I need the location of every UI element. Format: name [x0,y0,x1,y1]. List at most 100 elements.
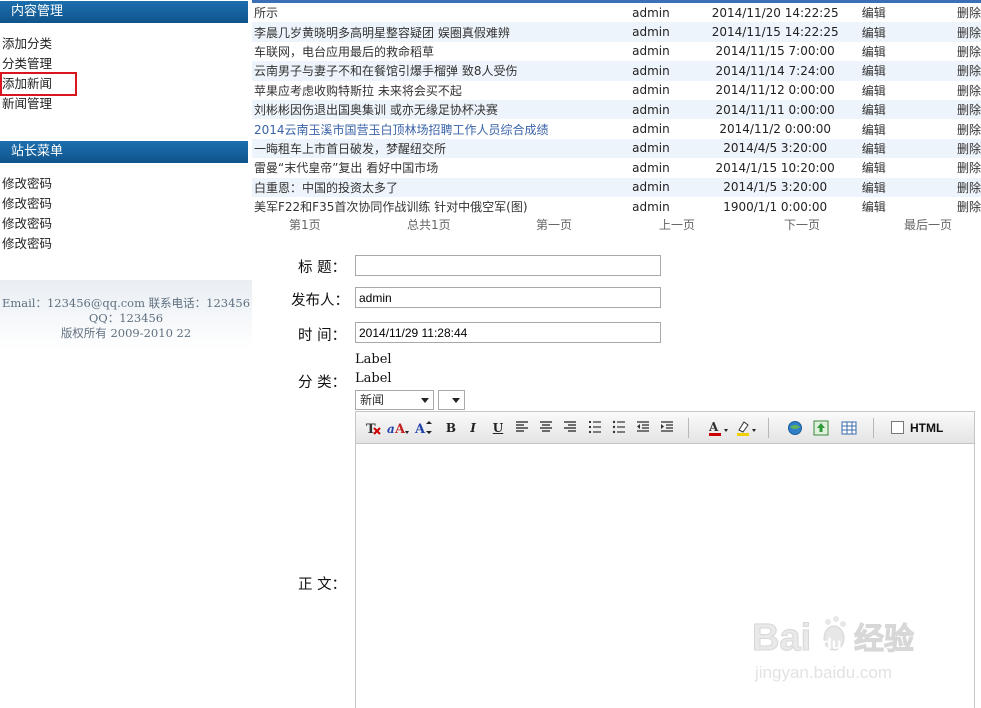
align-center-icon[interactable] [537,420,555,436]
outdent-icon[interactable] [634,420,652,436]
insert-table-icon[interactable] [840,420,858,436]
pager-last-link[interactable]: 最后一页 [904,216,952,233]
delete-link[interactable]: 删除 [919,81,981,100]
news-time: 2014/11/2 0:00:00 [719,122,831,137]
delete-link[interactable]: 删除 [919,158,981,177]
edit-link[interactable]: 编辑 [860,22,919,41]
menu-add-news[interactable]: 添加新闻 [0,72,77,96]
news-publisher: admin [632,25,670,40]
pager-first-link[interactable]: 第一页 [536,216,572,233]
italic-icon[interactable]: I [464,420,482,436]
news-publisher: admin [632,141,670,156]
news-publisher: admin [632,5,670,20]
highlight-color-icon[interactable] [736,420,758,436]
menu-news-management[interactable]: 新闻管理 [2,94,75,114]
category-label-1: Label [355,352,392,367]
html-mode-label: HTML [910,421,944,435]
edit-link[interactable]: 编辑 [860,3,919,22]
delete-link[interactable]: 删除 [919,61,981,80]
ordered-list-icon[interactable] [586,420,604,436]
news-publisher: admin [632,122,670,137]
delete-link[interactable]: 删除 [919,119,981,138]
menu-change-password[interactable]: 修改密码 [2,234,52,254]
delete-link[interactable]: 删除 [919,197,981,216]
menu-change-password[interactable]: 修改密码 [2,194,52,214]
edit-link[interactable]: 编辑 [860,158,919,177]
news-publisher: admin [632,160,670,175]
svg-text:A: A [414,422,426,436]
baidu-logo-text: Bai [752,617,811,659]
time-input[interactable] [355,322,661,343]
pager-prev-link[interactable]: 上一页 [659,216,695,233]
content-menu: 添加分类 分类管理 添加新闻 新闻管理 [0,34,77,114]
sidebar: 内容管理 添加分类 分类管理 添加新闻 新闻管理 站长菜单 修改密码 修改密码 … [0,0,252,708]
pager-current: 第1页 [289,218,321,232]
unordered-list-icon[interactable] [610,420,628,436]
news-time: 2014/11/15 14:22:25 [711,25,839,40]
chevron-down-icon [452,398,460,403]
pager: 第1页 总共1页 第一页 上一页 下一页 最后一页 [252,216,981,234]
news-title: 一晦租车上市首日破发，梦醒纽交所 [254,141,447,156]
baidu-jingyan-watermark: Bai du 经验 jingyan.baidu.com [752,612,977,692]
publisher-input[interactable] [355,287,661,308]
sidebar-footer: Email：123456@qq.com 联系电话：123456 QQ：12345… [0,280,252,350]
news-title: 白重恩：中国的投资太多了 [254,180,399,195]
delete-link[interactable]: 删除 [919,3,981,22]
news-time: 2014/1/5 3:20:00 [723,180,828,195]
news-time: 2014/11/11 0:00:00 [715,102,835,117]
insert-link-icon[interactable] [786,420,804,436]
delete-link[interactable]: 删除 [919,42,981,61]
delete-link[interactable]: 删除 [919,100,981,119]
news-row: 雷曼“末代皇帝”复出 看好中国市场 admin 2014/1/15 10:20:00… [252,158,981,177]
html-mode-checkbox[interactable] [891,421,904,434]
news-row: 云南男子与妻子不和在餐馆引爆手榴弹 致8人受伤 admin 2014/11/14 7… [252,61,981,81]
indent-icon[interactable] [658,420,676,436]
news-row: 一晦租车上市首日破发，梦醒纽交所 admin 2014/4/5 3:20:00 编辑删… [252,138,981,159]
news-row: 所示 admin 2014/11/20 14:22:25 编辑 删除 [252,3,981,22]
news-title: 车联网，电台应用最后的救命稻草 [254,44,435,59]
edit-link[interactable]: 编辑 [860,100,919,119]
font-size-icon[interactable]: A [414,420,434,436]
align-left-icon[interactable] [513,420,531,436]
underline-icon[interactable]: U [489,420,507,436]
delete-link[interactable]: 删除 [919,22,981,41]
menu-change-password[interactable]: 修改密码 [2,214,52,234]
news-publisher: admin [632,102,670,117]
pager-next-link[interactable]: 下一页 [784,216,820,233]
svg-text:du: du [822,636,842,653]
news-title: 苹果应考虑收购特斯拉 未来将会买不起 [254,83,462,98]
edit-link[interactable]: 编辑 [860,61,919,80]
edit-link[interactable]: 编辑 [860,42,919,61]
news-time: 1900/1/1 0:00:00 [723,199,828,214]
edit-link[interactable]: 编辑 [860,178,919,197]
category-select[interactable]: 新闻 [355,390,434,410]
footer-contact: Email：123456@qq.com 联系电话：123456 [1,296,251,310]
edit-link[interactable]: 编辑 [860,139,919,158]
news-publisher: admin [632,180,670,195]
clear-format-icon[interactable]: T [364,420,382,436]
menu-add-category[interactable]: 添加分类 [2,34,75,54]
edit-link[interactable]: 编辑 [860,197,919,216]
news-title: 刘彬彬因伤退出国奥集训 或亦无缘足协杯决赛 [254,103,498,118]
news-row: 苹果应考虑收购特斯拉 未来将会买不起 admin 2014/11/12 0:00:0… [252,81,981,100]
news-time: 2014/11/15 7:00:00 [715,44,835,59]
edit-link[interactable]: 编辑 [860,119,919,138]
font-color-pen-icon[interactable]: aA [386,420,410,436]
news-time: 2014/11/12 0:00:00 [715,83,835,98]
delete-link[interactable]: 删除 [919,139,981,158]
align-right-icon[interactable] [561,420,579,436]
bold-icon[interactable]: B [442,420,460,436]
news-row: 刘彬彬因伤退出国奥集训 或亦无缘足协杯决赛 admin 2014/11/11 0:0… [252,99,981,120]
body-label: 正 文： [298,577,347,593]
title-input[interactable] [355,255,661,276]
delete-link[interactable]: 删除 [919,178,981,197]
subcategory-select[interactable] [438,390,465,410]
menu-category-management[interactable]: 分类管理 [2,54,75,74]
news-time: 2014/11/20 14:22:25 [711,5,839,20]
news-row: 白重恩：中国的投资太多了 admin 2014/1/5 3:20:00 编辑 删除 [252,177,981,197]
insert-image-icon[interactable] [812,420,830,436]
menu-change-password[interactable]: 修改密码 [2,174,52,194]
news-publisher: admin [632,63,670,78]
edit-link[interactable]: 编辑 [860,81,919,100]
text-color-icon[interactable]: A [708,420,730,436]
